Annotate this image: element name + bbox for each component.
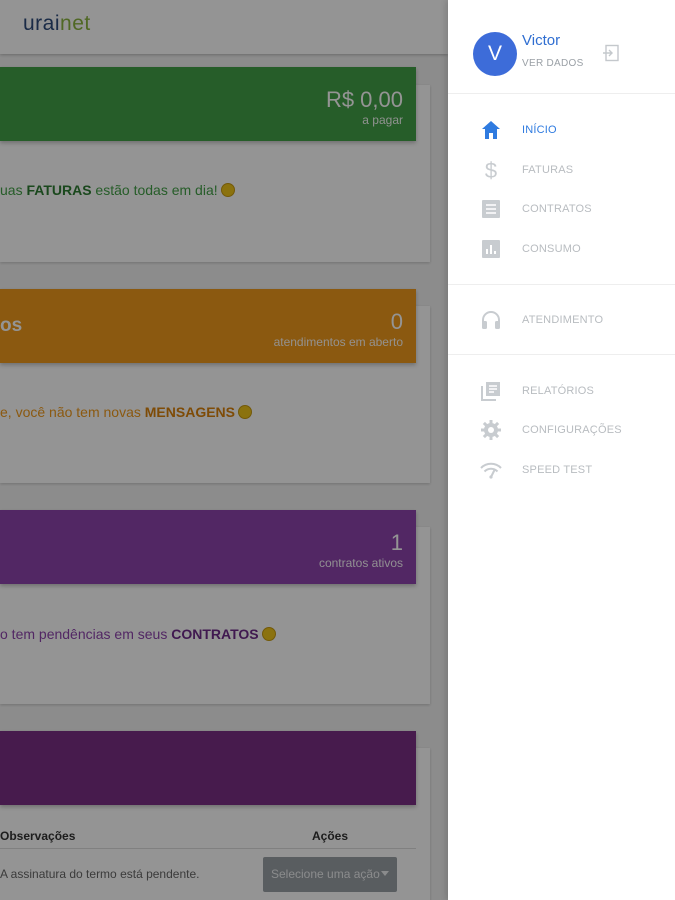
svg-text:$: $	[485, 158, 497, 182]
nav-item-inicio[interactable]: INÍCIO	[448, 112, 675, 148]
drawer-backdrop[interactable]	[0, 0, 448, 900]
dashboard-background: urainet R$ 0,00 a pagar uas FATURAS estã…	[0, 0, 448, 900]
nav-item-speed-test[interactable]: SPEED TEST	[448, 452, 675, 488]
dollar-icon: $	[479, 158, 503, 183]
avatar[interactable]: V	[473, 32, 517, 76]
headset-icon	[479, 308, 503, 332]
nav-item-atendimento[interactable]: ATENDIMENTO	[448, 302, 675, 338]
nav-label-relatorios: RELATÓRIOS	[522, 385, 595, 397]
navigation-drawer: V Victor VER DADOS INÍCIO $ FATURAS CONT…	[448, 0, 675, 900]
nav-label-atendimento: ATENDIMENTO	[522, 314, 604, 326]
home-icon	[479, 118, 503, 142]
nav-item-faturas[interactable]: $ FATURAS	[448, 152, 675, 188]
reports-icon	[479, 379, 503, 403]
nav-label-consumo: CONSUMO	[522, 243, 581, 255]
document-icon	[479, 197, 503, 221]
nav-label-faturas: FATURAS	[522, 164, 574, 176]
nav-label-configuracoes: CONFIGURAÇÕES	[522, 424, 622, 436]
nav-label-inicio: INÍCIO	[522, 124, 557, 136]
wifi-icon	[479, 458, 503, 482]
user-name: Victor	[522, 32, 561, 49]
drawer-divider	[448, 354, 675, 355]
gear-icon	[479, 418, 503, 442]
chart-icon	[479, 237, 503, 261]
drawer-divider	[448, 284, 675, 285]
nav-item-consumo[interactable]: CONSUMO	[448, 231, 675, 267]
view-profile-link[interactable]: VER DADOS	[522, 58, 584, 69]
drawer-divider	[448, 93, 675, 94]
nav-item-contratos[interactable]: CONTRATOS	[448, 191, 675, 227]
nav-item-relatorios[interactable]: RELATÓRIOS	[448, 373, 675, 409]
nav-label-speed-test: SPEED TEST	[522, 464, 593, 476]
logout-icon[interactable]	[602, 44, 620, 62]
nav-item-configuracoes[interactable]: CONFIGURAÇÕES	[448, 412, 675, 448]
nav-label-contratos: CONTRATOS	[522, 203, 592, 215]
